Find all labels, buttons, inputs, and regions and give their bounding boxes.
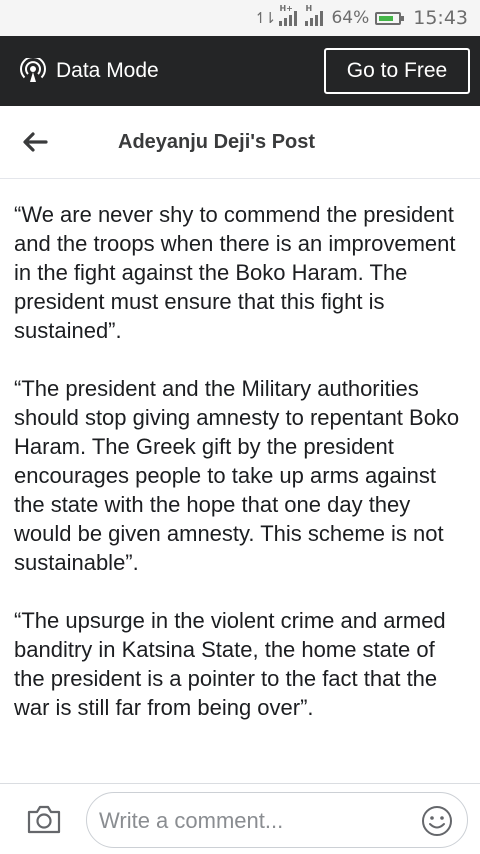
comment-placeholder: Write a comment... bbox=[99, 808, 284, 833]
post-paragraph: “The upsurge in the violent crime and ar… bbox=[14, 608, 446, 720]
status-bar: ↿⇂ H+ H 64% 15:43 bbox=[0, 0, 480, 36]
post-body: “We are never shy to commend the preside… bbox=[14, 200, 470, 751]
signal-icon: H+ bbox=[279, 4, 298, 26]
comment-bar: Write a comment... bbox=[0, 783, 480, 854]
camera-button[interactable] bbox=[26, 803, 62, 835]
status-icons: ↿⇂ H+ H 64% 15:43 bbox=[254, 0, 468, 36]
page-title: Adeyanju Deji's Post bbox=[118, 131, 316, 153]
data-mode-icon bbox=[20, 58, 46, 82]
status-time: 15:43 bbox=[413, 7, 468, 29]
signal-icon: H bbox=[305, 4, 324, 26]
data-mode-bar: Data Mode Go to Free bbox=[0, 36, 480, 106]
camera-icon bbox=[27, 805, 61, 834]
data-mode-label: Data Mode bbox=[56, 59, 159, 82]
comment-input[interactable]: Write a comment... bbox=[86, 792, 468, 848]
post-header: Adeyanju Deji's Post bbox=[0, 106, 480, 179]
back-arrow-icon bbox=[23, 132, 48, 152]
battery-percent: 64% bbox=[331, 8, 370, 28]
data-mode-indicator[interactable]: Data Mode bbox=[20, 36, 159, 106]
go-to-free-button[interactable]: Go to Free bbox=[324, 48, 470, 94]
smiley-icon[interactable] bbox=[421, 805, 453, 837]
back-button[interactable] bbox=[18, 126, 52, 158]
post-paragraph: “We are never shy to commend the preside… bbox=[14, 202, 456, 343]
data-arrows-icon: ↿⇂ bbox=[254, 9, 276, 27]
post-paragraph: “The president and the Military authorit… bbox=[14, 376, 460, 575]
battery-icon bbox=[375, 11, 405, 25]
